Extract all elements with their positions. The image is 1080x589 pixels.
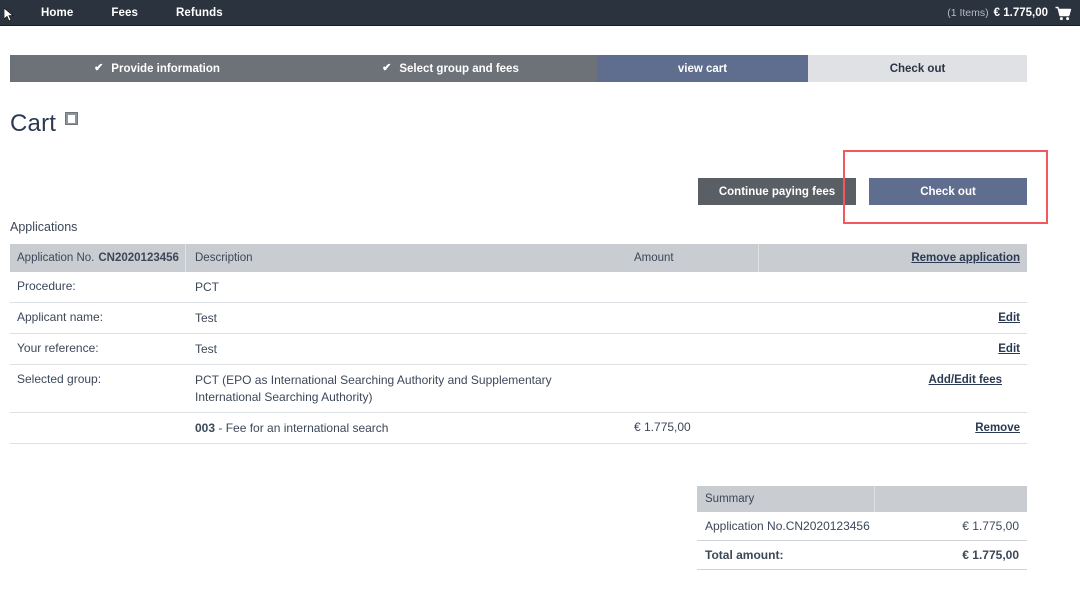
cart-total-amount: € 1.775,00 [993, 7, 1048, 19]
table-row: Procedure: PCT [10, 272, 1027, 303]
row-value: Test [195, 342, 218, 356]
applications-table: Application No. CN2020123456 Description… [10, 244, 1027, 444]
fee-description: - Fee for an international search [215, 421, 389, 435]
summary-total-label: Total amount: [705, 548, 784, 562]
help-icon[interactable] [65, 112, 79, 125]
summary-row-amount: € 1.775,00 [962, 519, 1019, 533]
row-label: Procedure: [17, 279, 76, 293]
edit-applicant-name-link[interactable]: Edit [998, 312, 1020, 324]
top-navigation-bar: Home Fees Refunds (1 Items) € 1.775,00 [0, 0, 1080, 26]
row-action[interactable]: Edit [759, 310, 1027, 324]
fee-code: 003 [195, 421, 216, 435]
edit-your-reference-link[interactable]: Edit [998, 343, 1020, 355]
fee-row-action[interactable]: Remove [759, 420, 1027, 434]
page-root: Home Fees Refunds (1 Items) € 1.775,00 ✔… [0, 0, 1080, 589]
header-application-no-value: CN2020123456 [98, 252, 179, 264]
row-action[interactable]: Add/Edit fees [741, 372, 1009, 386]
header-amount: Amount [634, 244, 759, 272]
table-row: Your reference: Test Edit [10, 334, 1027, 365]
step-label: Select group and fees [399, 62, 519, 75]
check-icon: ✔ [382, 62, 392, 74]
summary-row: Application No.CN2020123456 € 1.775,00 [697, 512, 1027, 541]
row-action[interactable]: Edit [759, 341, 1027, 355]
cart-summary[interactable]: (1 Items) € 1.775,00 [947, 0, 1072, 26]
nav-links: Home Fees Refunds [22, 0, 242, 26]
row-label: Your reference: [17, 341, 99, 355]
remove-application-link[interactable]: Remove application [759, 244, 1027, 272]
summary-table-header: Summary [697, 486, 1027, 512]
cart-items-count: (1 Items) [947, 7, 989, 19]
header-application-no: Application No. CN2020123456 [10, 244, 186, 272]
row-label: Selected group: [17, 372, 102, 386]
header-application-no-label: Application No. [17, 252, 95, 264]
remove-fee-link[interactable]: Remove [975, 422, 1020, 434]
checkout-stepper: ✔ Provide information ✔ Select group and… [10, 55, 1027, 82]
page-title: Cart [10, 110, 57, 137]
applications-section-label: Applications [10, 220, 78, 234]
row-value: PCT [195, 280, 219, 294]
page-title-row: Cart [10, 110, 79, 138]
summary-total-amount: € 1.775,00 [962, 548, 1019, 562]
summary-header-label: Summary [697, 486, 875, 512]
check-out-button[interactable]: Check out [869, 178, 1027, 205]
row-value: Test [195, 311, 218, 325]
nav-link-refunds[interactable]: Refunds [157, 0, 242, 26]
add-edit-fees-link[interactable]: Add/Edit fees [929, 374, 1002, 386]
step-check-out[interactable]: Check out [808, 55, 1027, 82]
help-icon-glyph [68, 114, 76, 123]
step-label: Provide information [111, 62, 220, 75]
check-icon: ✔ [94, 62, 104, 74]
step-provide-information[interactable]: ✔ Provide information [10, 55, 304, 82]
applications-table-header: Application No. CN2020123456 Description… [10, 244, 1027, 272]
row-label: Applicant name: [17, 310, 104, 324]
remove-application-link-label: Remove application [911, 252, 1020, 264]
summary-row-label: Application No.CN2020123456 [705, 519, 870, 533]
shopping-cart-icon[interactable] [1055, 6, 1072, 21]
fee-row: 003 - Fee for an international search € … [10, 413, 1027, 444]
fee-amount: € 1.775,00 [634, 420, 691, 434]
header-description: Description [195, 252, 253, 264]
nav-link-fees[interactable]: Fees [92, 0, 157, 26]
mouse-cursor-icon [3, 7, 15, 22]
step-label: Check out [889, 62, 946, 75]
fee-row-description: 003 - Fee for an international search [186, 420, 634, 437]
step-view-cart[interactable]: view cart [597, 55, 808, 82]
table-row: Applicant name: Test Edit [10, 303, 1027, 334]
nav-link-home[interactable]: Home [22, 0, 92, 26]
summary-header-spacer [875, 486, 1027, 512]
table-row: Selected group: PCT (EPO as Internationa… [10, 365, 1027, 413]
summary-table: Summary Application No.CN2020123456 € 1.… [697, 486, 1027, 570]
row-value: PCT (EPO as International Searching Auth… [195, 373, 552, 404]
step-select-group-and-fees[interactable]: ✔ Select group and fees [304, 55, 597, 82]
step-label: view cart [677, 62, 728, 75]
continue-paying-fees-button[interactable]: Continue paying fees [698, 178, 856, 205]
summary-total-row: Total amount: € 1.775,00 [697, 541, 1027, 570]
